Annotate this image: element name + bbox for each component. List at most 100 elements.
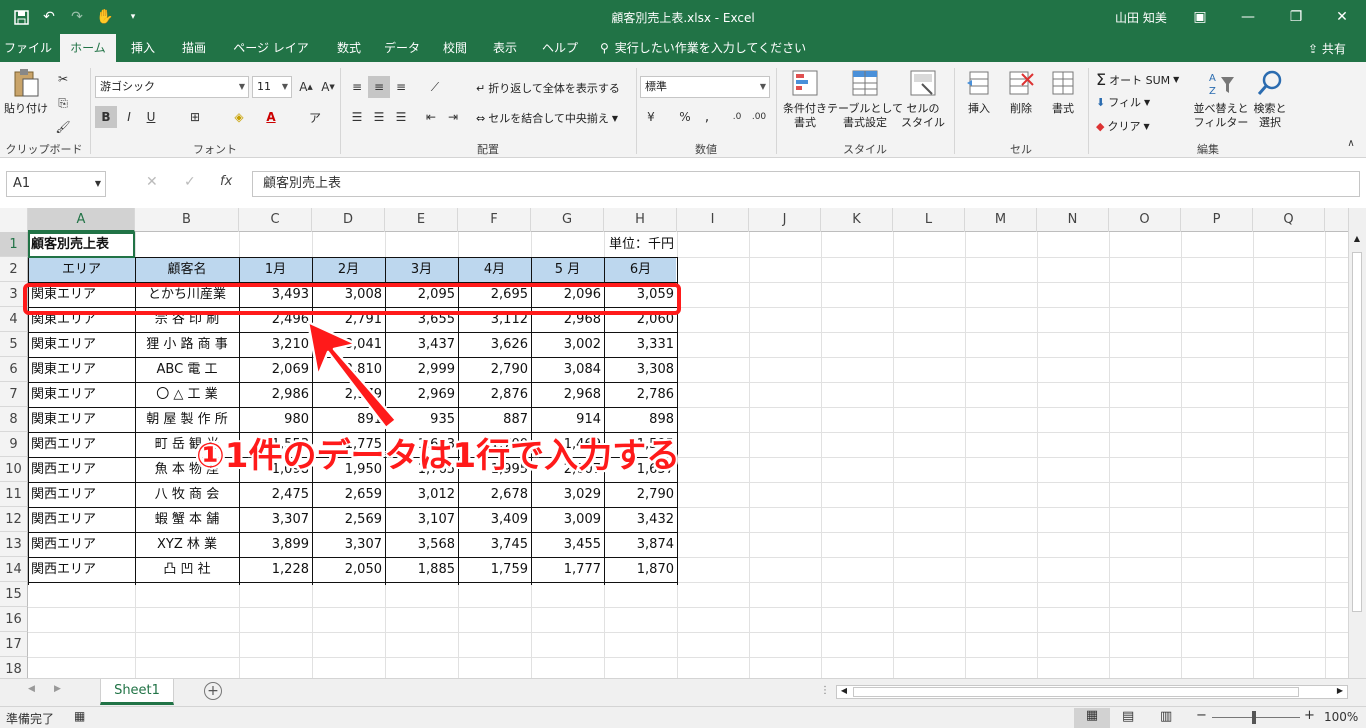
underline-button[interactable]: U xyxy=(140,106,162,128)
scroll-right-icon[interactable]: ▶ xyxy=(1333,686,1347,698)
table-cell[interactable]: 3,432 xyxy=(607,507,674,532)
table-cell[interactable]: 2,876 xyxy=(461,382,528,407)
header-cell[interactable]: 2月 xyxy=(315,257,382,282)
header-cell[interactable]: 3月 xyxy=(388,257,455,282)
table-cell[interactable]: 3,002 xyxy=(534,332,601,357)
table-cell[interactable]: 2,678 xyxy=(461,482,528,507)
table-cell[interactable]: 2,969 xyxy=(388,382,455,407)
zoom-out-icon[interactable]: − xyxy=(1196,708,1207,723)
table-cell[interactable]: 1,759 xyxy=(461,557,528,582)
close-icon[interactable]: ✕ xyxy=(1322,4,1362,30)
tab-insert[interactable]: 挿入 xyxy=(128,34,158,62)
tab-formulas[interactable]: 数式 xyxy=(334,34,364,62)
table-cell[interactable]: 1,228 xyxy=(242,557,309,582)
table-cell[interactable]: 3,308 xyxy=(607,357,674,382)
column-header-f[interactable]: F xyxy=(458,208,531,232)
table-cell[interactable]: 3,493 xyxy=(242,282,309,307)
column-header-l[interactable]: L xyxy=(893,208,965,232)
table-cell[interactable]: 2,069 xyxy=(242,357,309,382)
table-cell[interactable]: 3,626 xyxy=(461,332,528,357)
table-cell[interactable]: 3,568 xyxy=(388,532,455,557)
find-select-button[interactable]: 検索と 選択 xyxy=(1250,68,1290,130)
font-color-icon[interactable]: A xyxy=(260,106,282,128)
table-cell[interactable]: 関東エリア xyxy=(31,407,132,432)
table-cell[interactable]: 3,012 xyxy=(388,482,455,507)
table-cell[interactable]: 2,659 xyxy=(315,482,382,507)
table-cell[interactable]: 2,968 xyxy=(534,382,601,407)
tab-page-layout[interactable]: ページ レイアウト xyxy=(228,34,314,83)
table-cell[interactable]: 関西エリア xyxy=(31,432,132,457)
table-cell[interactable]: 3,059 xyxy=(607,282,674,307)
copy-icon[interactable]: ⎘ xyxy=(52,92,74,114)
autosum-button[interactable]: Σ オート SUM ▼ xyxy=(1096,70,1179,89)
table-cell[interactable]: 2,790 xyxy=(461,357,528,382)
table-cell[interactable]: 2,095 xyxy=(388,282,455,307)
prev-sheet-icon[interactable]: ◀ xyxy=(28,684,35,694)
font-name-select[interactable]: 游ゴシック ▼ xyxy=(95,76,249,98)
cancel-entry-icon[interactable]: ✕ xyxy=(146,174,158,190)
align-middle-icon[interactable]: ≡ xyxy=(368,76,390,98)
table-cell[interactable]: 3,210 xyxy=(242,332,309,357)
table-cell[interactable]: 関東エリア xyxy=(31,332,132,357)
table-cell[interactable]: 3,655 xyxy=(388,307,455,332)
align-right-icon[interactable]: ☰ xyxy=(390,106,412,128)
table-cell[interactable]: 2,968 xyxy=(534,307,601,332)
format-as-table-button[interactable]: テーブルとして 書式設定 xyxy=(827,68,903,130)
collapse-ribbon-icon[interactable]: ∧ xyxy=(1340,132,1362,154)
row-header-2[interactable]: 2 xyxy=(0,257,28,282)
decrease-indent-icon[interactable]: ⇤ xyxy=(420,106,442,128)
row-header-16[interactable]: 16 xyxy=(0,607,28,632)
column-header-m[interactable]: M xyxy=(965,208,1037,232)
table-cell[interactable]: 2,050 xyxy=(315,557,382,582)
table-cell[interactable]: 蝦 蟹 本 舗 xyxy=(138,507,236,532)
tab-home[interactable]: ホーム xyxy=(60,34,116,62)
font-size-select[interactable]: 11 ▼ xyxy=(252,76,292,98)
wrap-text-button[interactable]: ↵ 折り返して全体を表示する xyxy=(476,80,620,96)
table-cell[interactable]: 関西エリア xyxy=(31,532,132,557)
phonetic-guide-icon[interactable]: ア xyxy=(304,106,326,128)
bold-button[interactable]: B xyxy=(95,106,117,128)
row-header-10[interactable]: 10 xyxy=(0,457,28,482)
table-cell[interactable]: 3,041 xyxy=(315,332,382,357)
select-all-corner[interactable] xyxy=(0,208,28,232)
column-header-d[interactable]: D xyxy=(312,208,385,232)
column-header-c[interactable]: C xyxy=(239,208,312,232)
tab-review[interactable]: 校閲 xyxy=(440,34,470,62)
insert-cells-button[interactable]: 挿入 xyxy=(960,68,998,116)
table-cell[interactable]: 3,307 xyxy=(315,532,382,557)
header-cell[interactable]: 4月 xyxy=(461,257,528,282)
table-cell[interactable]: 2,999 xyxy=(388,357,455,382)
column-header-a[interactable]: A xyxy=(28,208,135,232)
page-break-view-icon[interactable]: ▥ xyxy=(1160,709,1172,724)
table-cell[interactable]: 狸 小 路 商 事 xyxy=(138,332,236,357)
decrease-decimal-icon[interactable]: .00 xyxy=(748,106,770,128)
paste-button[interactable]: 貼り付け xyxy=(4,68,48,116)
number-format-select[interactable]: 標準 ▼ xyxy=(640,76,770,98)
cell-styles-button[interactable]: セルの スタイル xyxy=(898,68,948,130)
cut-icon[interactable]: ✂ xyxy=(52,68,74,90)
table-cell[interactable]: 1,870 xyxy=(607,557,674,582)
table-cell[interactable]: 2,786 xyxy=(607,382,674,407)
borders-icon[interactable]: ⊞ xyxy=(184,106,206,128)
macro-record-icon[interactable]: ▦ xyxy=(74,709,85,723)
scroll-up-icon[interactable]: ▲ xyxy=(1351,234,1363,248)
column-header-k[interactable]: K xyxy=(821,208,893,232)
align-left-icon[interactable]: ☰ xyxy=(346,106,368,128)
zoom-level[interactable]: 100% xyxy=(1324,710,1358,724)
confirm-entry-icon[interactable]: ✓ xyxy=(184,174,196,190)
conditional-formatting-button[interactable]: 条件付き 書式 xyxy=(778,68,832,130)
unit-cell[interactable]: 単位：千円 xyxy=(560,232,674,257)
merge-center-button[interactable]: ⇔ セルを結合して中央揃え ▼ xyxy=(476,110,618,126)
row-header-17[interactable]: 17 xyxy=(0,632,28,657)
table-cell[interactable]: 関東エリア xyxy=(31,357,132,382)
align-top-icon[interactable]: ≡ xyxy=(346,76,368,98)
active-cell-a1[interactable] xyxy=(28,232,135,258)
column-header-o[interactable]: O xyxy=(1109,208,1181,232)
column-header-b[interactable]: B xyxy=(135,208,239,232)
increase-font-icon[interactable]: A ▲ xyxy=(295,76,317,98)
row-header-18[interactable]: 18 xyxy=(0,657,28,678)
header-cell[interactable]: 1月 xyxy=(242,257,309,282)
table-cell[interactable]: 2,695 xyxy=(461,282,528,307)
table-cell[interactable]: XYZ 林 業 xyxy=(138,532,236,557)
table-cell[interactable]: 3,331 xyxy=(607,332,674,357)
